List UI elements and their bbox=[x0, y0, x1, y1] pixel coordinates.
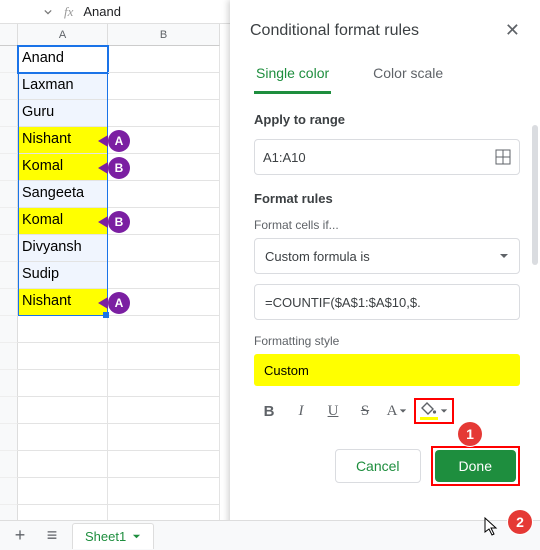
annotation-pill: B bbox=[98, 211, 130, 233]
tab-color-scale[interactable]: Color scale bbox=[371, 59, 445, 94]
cell[interactable] bbox=[108, 316, 220, 343]
cell[interactable]: Komal bbox=[18, 208, 108, 235]
name-box[interactable] bbox=[6, 8, 52, 16]
panel-scrollbar[interactable] bbox=[532, 125, 538, 265]
fill-color-button[interactable] bbox=[414, 398, 454, 424]
cells-if-label: Format cells if... bbox=[254, 218, 520, 232]
sheet-tab[interactable]: Sheet1 bbox=[72, 523, 154, 549]
format-rules-label: Format rules bbox=[254, 191, 520, 206]
annotation-1: 1 bbox=[458, 422, 482, 446]
cell[interactable] bbox=[108, 262, 220, 289]
col-header-a[interactable]: A bbox=[18, 24, 108, 46]
cell[interactable]: Laxman bbox=[18, 73, 108, 100]
range-input[interactable]: A1:A10 bbox=[254, 139, 520, 175]
text-color-button[interactable]: A bbox=[382, 396, 412, 426]
fx-value[interactable]: Anand bbox=[83, 4, 121, 19]
cell[interactable] bbox=[108, 343, 220, 370]
cell[interactable] bbox=[18, 316, 108, 343]
style-preview[interactable]: Custom bbox=[254, 354, 520, 386]
underline-button[interactable]: U bbox=[318, 396, 348, 426]
cell[interactable]: Nishant bbox=[18, 127, 108, 154]
italic-button[interactable]: I bbox=[286, 396, 316, 426]
condition-dropdown[interactable]: Custom formula is bbox=[254, 238, 520, 274]
style-label: Formatting style bbox=[254, 334, 520, 348]
cell[interactable] bbox=[18, 505, 108, 520]
cell[interactable] bbox=[108, 181, 220, 208]
paint-bucket-icon bbox=[421, 402, 437, 416]
cancel-button[interactable]: Cancel bbox=[335, 449, 421, 483]
cell[interactable]: Divyansh bbox=[18, 235, 108, 262]
cell[interactable]: Komal bbox=[18, 154, 108, 181]
cell[interactable] bbox=[18, 343, 108, 370]
done-button[interactable]: Done bbox=[435, 450, 516, 482]
conditional-format-panel: Conditional format rules ✕ Single color … bbox=[230, 0, 540, 550]
annotation-pill: B bbox=[98, 157, 130, 179]
annotation-pill: A bbox=[98, 292, 130, 314]
sheet-tab-bar: + ≡ Sheet1 bbox=[0, 520, 540, 550]
cell[interactable] bbox=[108, 451, 220, 478]
cell[interactable] bbox=[18, 370, 108, 397]
cell[interactable] bbox=[108, 397, 220, 424]
cell[interactable] bbox=[108, 478, 220, 505]
format-toolbar: B I U S A bbox=[254, 394, 520, 428]
cell[interactable]: Anand bbox=[18, 46, 108, 73]
strike-button[interactable]: S bbox=[350, 396, 380, 426]
cell[interactable] bbox=[108, 424, 220, 451]
cell[interactable] bbox=[108, 370, 220, 397]
close-icon[interactable]: ✕ bbox=[501, 16, 524, 45]
tab-single-color[interactable]: Single color bbox=[254, 59, 331, 94]
cell[interactable]: Guru bbox=[18, 100, 108, 127]
cell[interactable] bbox=[108, 505, 220, 520]
annotation-2: 2 bbox=[508, 510, 532, 534]
cell[interactable] bbox=[108, 73, 220, 100]
cell[interactable] bbox=[108, 100, 220, 127]
annotation-pill: A bbox=[98, 130, 130, 152]
cell[interactable] bbox=[18, 424, 108, 451]
cell[interactable] bbox=[18, 451, 108, 478]
cell[interactable]: Sangeeta bbox=[18, 181, 108, 208]
cell[interactable] bbox=[18, 397, 108, 424]
all-sheets-button[interactable]: ≡ bbox=[40, 525, 64, 546]
apply-range-label: Apply to range bbox=[254, 112, 520, 127]
panel-title: Conditional format rules bbox=[250, 22, 419, 40]
cell[interactable] bbox=[18, 478, 108, 505]
grid-icon[interactable] bbox=[495, 149, 511, 165]
formula-input[interactable]: =COUNTIF($A$1:$A$10,$. bbox=[254, 284, 520, 320]
bold-button[interactable]: B bbox=[254, 396, 284, 426]
col-header-b[interactable]: B bbox=[108, 24, 220, 46]
cell[interactable] bbox=[108, 46, 220, 73]
formula-value: =COUNTIF($A$1:$A$10,$. bbox=[265, 295, 421, 310]
add-sheet-button[interactable]: + bbox=[8, 525, 32, 546]
cell[interactable] bbox=[108, 235, 220, 262]
cell[interactable]: Sudip bbox=[18, 262, 108, 289]
range-value: A1:A10 bbox=[263, 150, 306, 165]
condition-value: Custom formula is bbox=[265, 249, 370, 264]
fx-label: fx bbox=[64, 4, 73, 20]
cell[interactable]: Nishant bbox=[18, 289, 108, 316]
